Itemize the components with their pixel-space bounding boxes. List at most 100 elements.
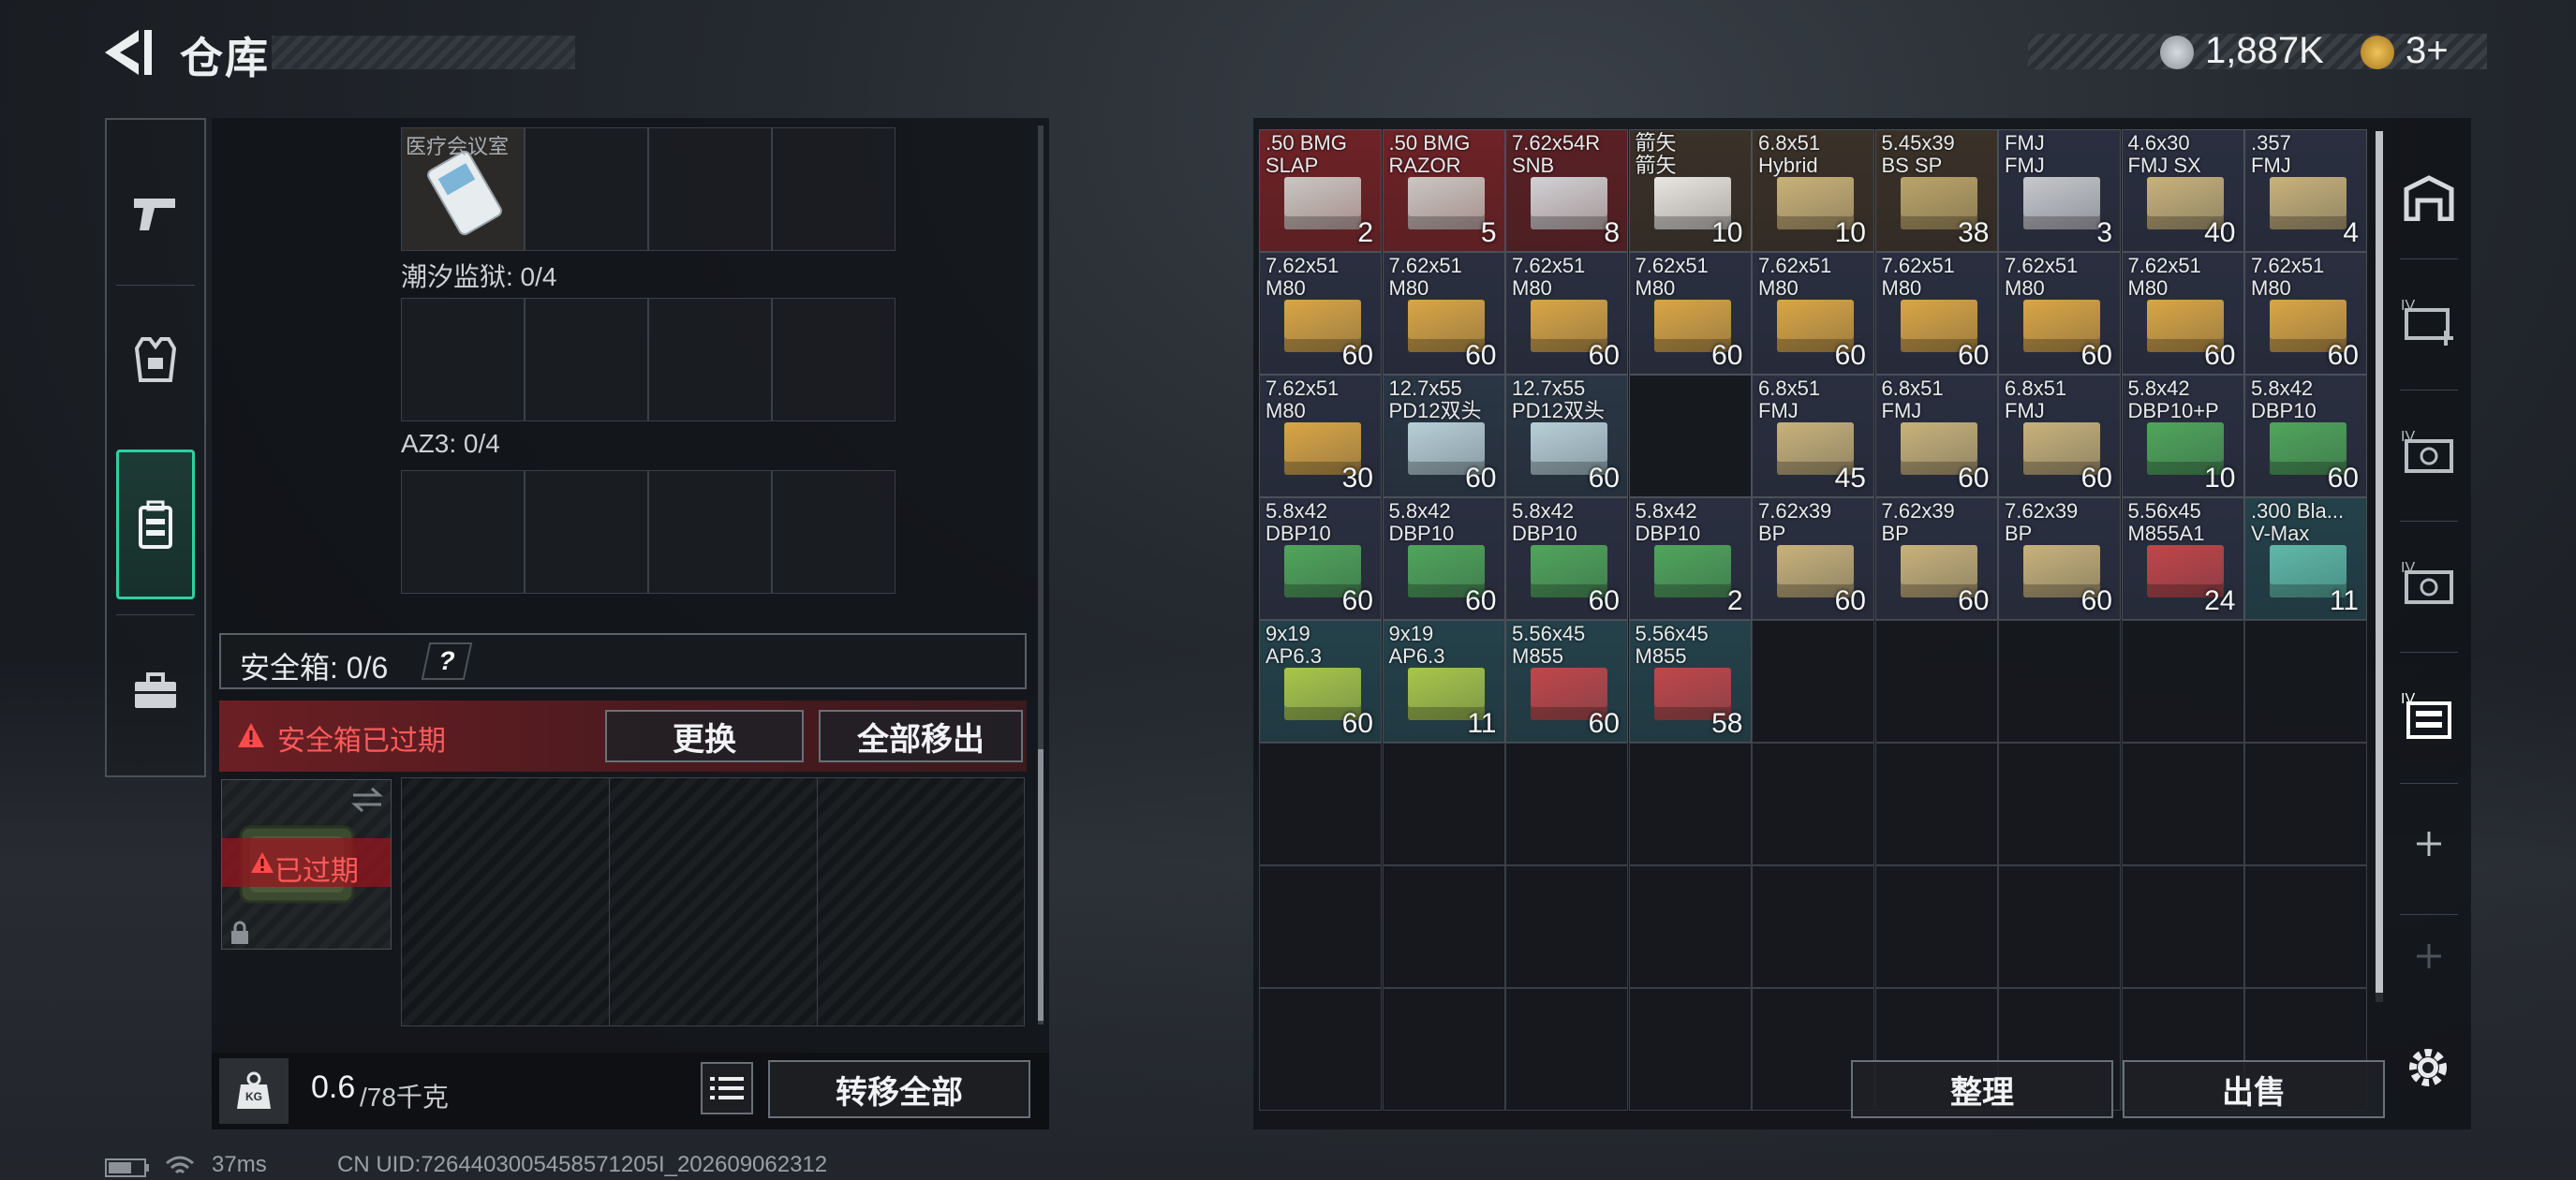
rail-item-storage-2[interactable]: IV	[2387, 390, 2471, 511]
container-slot[interactable]	[525, 127, 648, 251]
inventory-item[interactable]: 5.8x42 DBP10 60	[1505, 497, 1628, 620]
replace-button[interactable]: 更换	[605, 710, 804, 762]
inventory-item[interactable]: 5.8x42 DBP10 2	[1628, 497, 1752, 620]
transfer-all-button[interactable]: 转移全部	[768, 1060, 1030, 1118]
grid-cell[interactable]	[2244, 620, 2367, 743]
grid-cell[interactable]	[1382, 865, 1505, 988]
grid-cell[interactable]	[1382, 988, 1505, 1111]
inventory-item[interactable]: 7.62x54R SNB 8	[1505, 129, 1628, 252]
inventory-item[interactable]: 12.7x55 PD12双头 60	[1505, 375, 1628, 497]
grid-cell[interactable]	[1259, 743, 1382, 865]
inventory-item[interactable]: 7.62x39 BP 60	[1874, 497, 1998, 620]
safebox-case[interactable]: 已过期	[221, 779, 392, 950]
inventory-item[interactable]: 6.8x51 Hybrid 10	[1752, 129, 1874, 252]
rail-item-home-storage[interactable]	[2387, 137, 2471, 258]
grid-cell[interactable]	[1998, 620, 2121, 743]
inventory-item[interactable]: 5.8x42 DBP10 60	[2244, 375, 2367, 497]
rail-item-storage-add[interactable]: IV	[2387, 258, 2471, 380]
back-button[interactable]	[101, 28, 155, 77]
container-slot[interactable]	[648, 470, 772, 594]
inventory-item[interactable]: 7.62x51 M80 60	[1874, 252, 1998, 375]
grid-cell[interactable]	[1628, 988, 1752, 1111]
grid-cell[interactable]	[1628, 375, 1752, 497]
move-all-out-button[interactable]: 全部移出	[819, 710, 1023, 762]
inventory-item[interactable]: 5.8x42 DBP10 60	[1382, 497, 1505, 620]
grid-cell[interactable]	[1259, 988, 1382, 1111]
grid-cell[interactable]	[1998, 865, 2121, 988]
grid-cell[interactable]	[2121, 743, 2244, 865]
rail-item-storage-3[interactable]: IV	[2387, 521, 2471, 642]
right-scrollbar-thumb[interactable]	[2376, 131, 2383, 993]
grid-cell[interactable]	[1752, 620, 1874, 743]
rail-item-weapons[interactable]	[107, 139, 204, 288]
inventory-item[interactable]: 5.56x45 M855 58	[1628, 620, 1752, 743]
container-slot[interactable]	[772, 298, 896, 421]
inventory-item[interactable]: 7.62x39 BP 60	[1752, 497, 1874, 620]
inventory-item[interactable]: 9x19 AP6.3 11	[1382, 620, 1505, 743]
inventory-item[interactable]: .357 FMJ 4	[2244, 129, 2367, 252]
grid-cell[interactable]	[1505, 988, 1628, 1111]
grid-cell[interactable]	[1752, 865, 1874, 988]
inventory-item[interactable]: 7.62x39 BP 60	[1998, 497, 2121, 620]
inventory-item[interactable]: 6.8x51 FMJ 45	[1752, 375, 1874, 497]
inventory-item[interactable]: .300 Bla... V-Max 11	[2244, 497, 2367, 620]
rail-item-storage-active[interactable]: IV	[2387, 654, 2471, 775]
grid-cell[interactable]	[1382, 743, 1505, 865]
list-view-button[interactable]	[701, 1062, 753, 1114]
grid-cell[interactable]	[1874, 865, 1998, 988]
sort-button[interactable]: 整理	[1851, 1060, 2113, 1118]
inventory-item[interactable]: 5.8x42 DBP10 60	[1259, 497, 1382, 620]
left-scrollbar-thumb[interactable]	[1038, 749, 1044, 1021]
container-slot[interactable]	[401, 298, 525, 421]
inventory-item[interactable]: 5.56x45 M855 60	[1505, 620, 1628, 743]
inventory-item[interactable]: 5.8x42 DBP10+P 10	[2121, 375, 2244, 497]
rail-item-armor[interactable]	[107, 285, 204, 435]
grid-cell[interactable]	[1628, 865, 1752, 988]
grid-cell[interactable]	[1505, 743, 1628, 865]
settings-button[interactable]	[2402, 1041, 2454, 1099]
container-slot[interactable]	[525, 298, 648, 421]
grid-cell[interactable]	[1628, 743, 1752, 865]
rail-item-case[interactable]	[107, 616, 204, 766]
inventory-item[interactable]: 4.6x30 FMJ SX 40	[2121, 129, 2244, 252]
inventory-item[interactable]: 7.62x51 M80 60	[1628, 252, 1752, 375]
inventory-item[interactable]: 7.62x51 M80 60	[2121, 252, 2244, 375]
container-slot[interactable]	[772, 470, 896, 594]
grid-cell[interactable]	[1998, 743, 2121, 865]
inventory-item[interactable]: 7.62x51 M80 60	[1998, 252, 2121, 375]
inventory-item[interactable]: FMJ FMJ 3	[1998, 129, 2121, 252]
help-button[interactable]: ?	[421, 642, 473, 680]
container-slot[interactable]	[648, 298, 772, 421]
inventory-item[interactable]: .50 BMG SLAP 2	[1259, 129, 1382, 252]
container-slot[interactable]	[525, 470, 648, 594]
inventory-item[interactable]: 5.56x45 M855A1 24	[2121, 497, 2244, 620]
inventory-item[interactable]: 5.45x39 BS SP 38	[1874, 129, 1998, 252]
inventory-item[interactable]: 7.62x51 M80 60	[1259, 252, 1382, 375]
grid-cell[interactable]	[1752, 743, 1874, 865]
container-slot[interactable]	[401, 470, 525, 594]
grid-cell[interactable]	[2121, 620, 2244, 743]
grid-cell[interactable]	[2121, 865, 2244, 988]
grid-cell[interactable]	[1259, 865, 1382, 988]
container-slot[interactable]	[772, 127, 896, 251]
safebox-slots[interactable]	[401, 777, 1025, 1026]
rail-item-backpack[interactable]	[116, 450, 195, 599]
grid-cell[interactable]	[1874, 743, 1998, 865]
inventory-item[interactable]: 7.62x51 M80 30	[1259, 375, 1382, 497]
inventory-item[interactable]: 7.62x51 M80 60	[1505, 252, 1628, 375]
inventory-item[interactable]: 7.62x51 M80 60	[1752, 252, 1874, 375]
inventory-item[interactable]: 9x19 AP6.3 60	[1259, 620, 1382, 743]
inventory-item[interactable]: .50 BMG RAZOR 5	[1382, 129, 1505, 252]
inventory-item[interactable]: 7.62x51 M80 60	[1382, 252, 1505, 375]
add-storage-button[interactable]	[2387, 783, 2471, 905]
inventory-item[interactable]: 箭矢 箭矢 10	[1628, 129, 1752, 252]
inventory-item[interactable]: 6.8x51 FMJ 60	[1874, 375, 1998, 497]
inventory-item[interactable]: 6.8x51 FMJ 60	[1998, 375, 2121, 497]
inventory-item[interactable]: 7.62x51 M80 60	[2244, 252, 2367, 375]
currency-gold-value[interactable]: 3+	[2406, 30, 2449, 72]
sell-button[interactable]: 出售	[2123, 1060, 2385, 1118]
inventory-item[interactable]: 12.7x55 PD12双头 60	[1382, 375, 1505, 497]
container-slot[interactable]	[648, 127, 772, 251]
container-slot[interactable]: 医疗会议室	[401, 127, 525, 251]
grid-cell[interactable]	[2244, 743, 2367, 865]
